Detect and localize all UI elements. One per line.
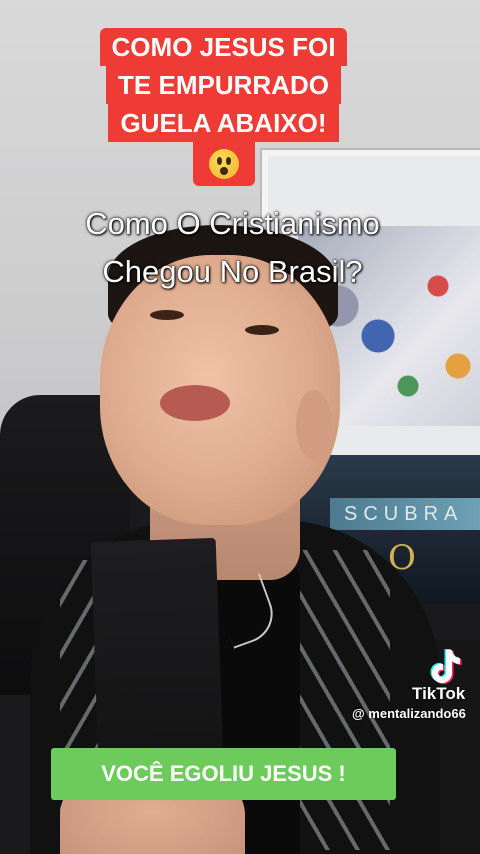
video-subtitle: Como O Cristianismo Chegou No Brasil? xyxy=(40,200,425,296)
top-caption-line-1: COMO JESUS FOI xyxy=(99,28,348,66)
caption-emoji-box xyxy=(192,142,255,186)
video-frame[interactable]: SCUBRA O COMO JESUS FOI TE EMPURRADO GUE… xyxy=(0,0,480,854)
tiktok-username[interactable]: @ mentalizando66 xyxy=(352,706,466,721)
top-caption-line-2: TE EMPURRADO xyxy=(106,66,341,104)
subtitle-line-1: Como O Cristianismo xyxy=(85,206,380,241)
person-eye-left xyxy=(150,310,184,320)
person-eye-right xyxy=(245,325,279,335)
subtitle-line-2: Chegou No Brasil? xyxy=(102,254,363,289)
person-ear xyxy=(296,390,332,460)
tiktok-logo-icon xyxy=(430,649,462,684)
top-caption-line-3: GUELA ABAIXO! xyxy=(108,104,339,142)
tiktok-brand-label: TikTok xyxy=(412,684,466,703)
top-caption: COMO JESUS FOI TE EMPURRADO GUELA ABAIXO… xyxy=(82,28,365,186)
tv-banner-text: SCUBRA xyxy=(330,498,480,530)
person-mouth xyxy=(160,385,230,421)
surprised-face-emoji-icon xyxy=(208,149,239,179)
bottom-caption-banner: VOCÊ EGOLIU JESUS ! xyxy=(51,748,396,800)
